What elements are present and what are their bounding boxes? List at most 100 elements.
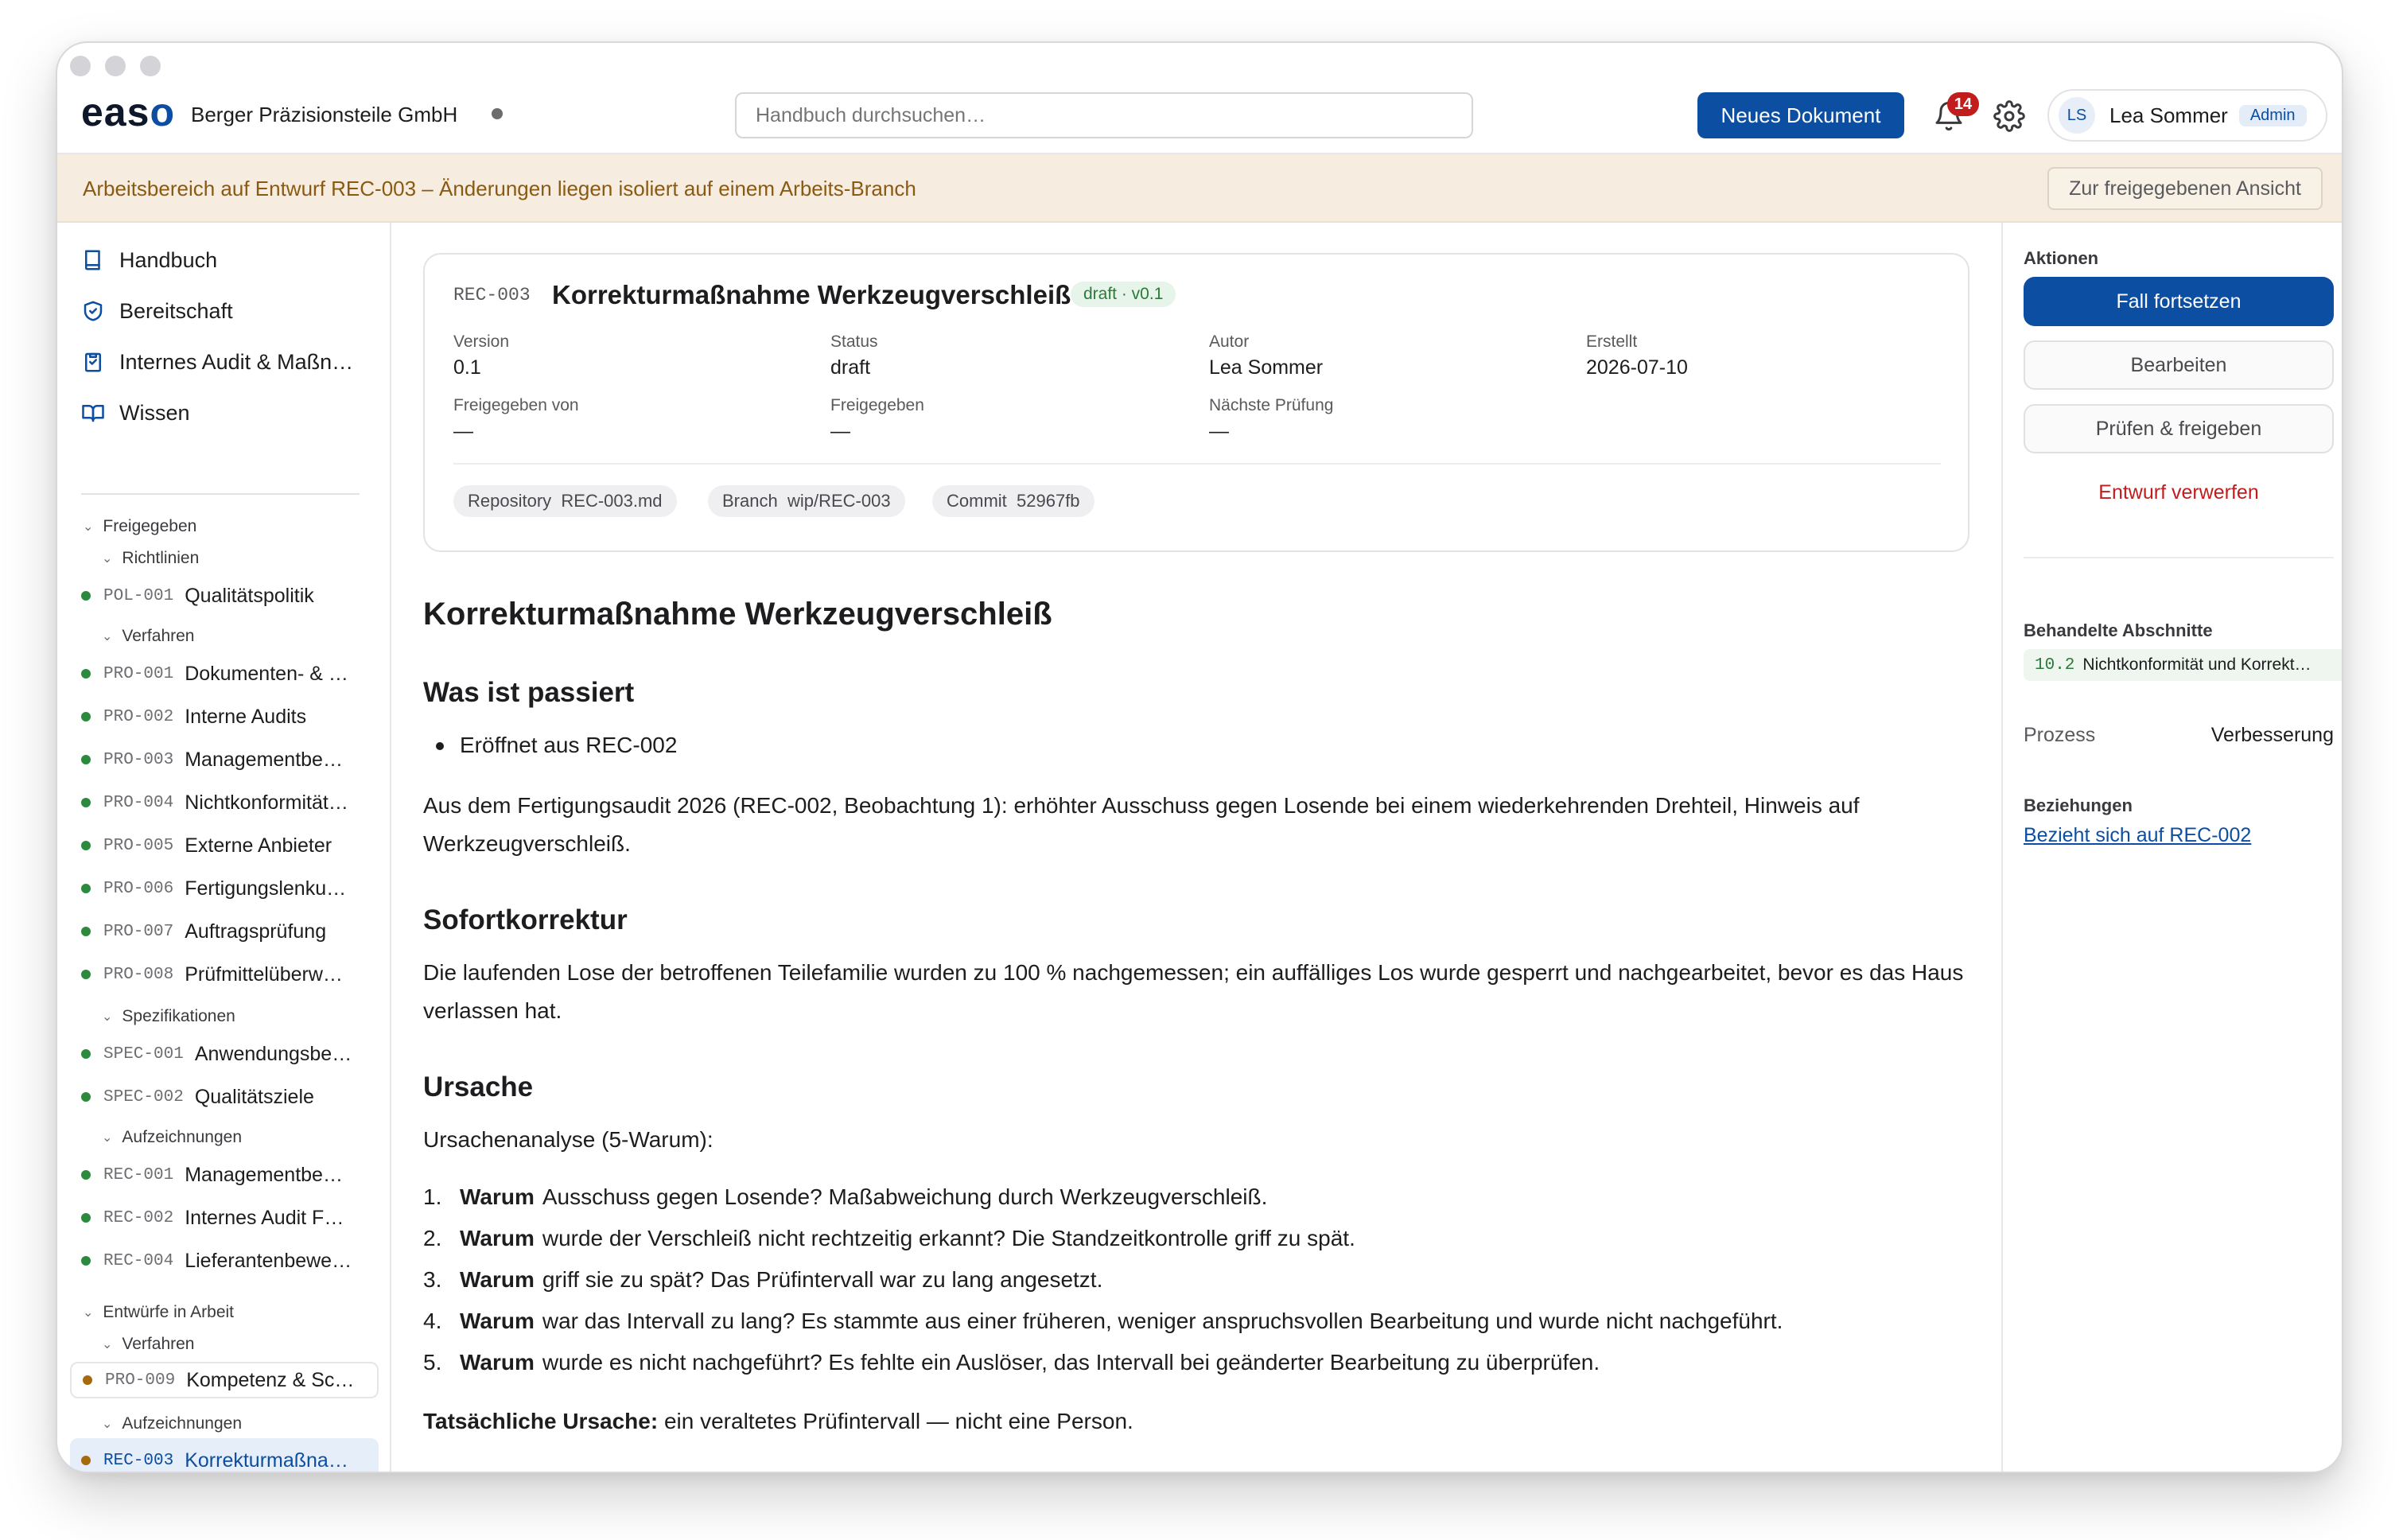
doc-item-spec-001[interactable]: SPEC-001 Anwendungsbe… [70,1036,379,1072]
doc-item-rec-002[interactable]: REC-002 Internes Audit F… [70,1200,379,1236]
section-chip[interactable]: 10.2 Nichtkonformität und Korrekt… [2024,649,2342,681]
main-content: REC-003 Korrekturmaßnahme Werkzeugversch… [391,223,2001,1472]
clipboard-icon [85,352,101,372]
doc-item-rec-004[interactable]: REC-004 Lieferantenbewe… [70,1242,379,1279]
group-policies[interactable]: ⌄ Richtlinien [102,549,199,568]
status-dot [81,970,91,979]
status-dot [81,1456,91,1465]
status-dot [81,884,91,893]
actions-label: Aktionen [2024,248,2099,268]
status-dot [81,591,91,601]
branch-chip[interactable]: Branch wip/REC-003 [708,485,905,517]
status-dot [81,755,91,764]
doc-item-rec-003[interactable]: REC-003 Korrekturmaßna… [70,1438,379,1472]
field-value: Lea Sommer [1209,356,1324,379]
top-bar: easo Berger Präzisionsteile GmbH Neues D… [57,43,2342,154]
doc-item-spec-002[interactable]: SPEC-002 Qualitätsziele [70,1079,379,1115]
sidebar-item-internal-audit[interactable]: Internes Audit & Maßn… [81,342,353,382]
doc-item-pro-008[interactable]: PRO-008 Prüfmittelüberw… [70,956,379,993]
sidebar-item-readiness[interactable]: Bereitschaft [81,291,233,331]
doc-item-rec-001[interactable]: REC-001 Managementbe… [70,1157,379,1193]
book-icon [85,250,100,270]
list-item: 4. Warum war das Intervall zu lang? Es sta… [423,1309,1783,1333]
group-draft-procedures[interactable]: ⌄ Verfahren [102,1335,194,1354]
commit-chip[interactable]: Commit 52967fb [932,485,1095,517]
bullet-list: Eröffnet aus REC-002 [423,726,1969,764]
user-name: Lea Sommer [2109,103,2228,127]
group-procedures[interactable]: ⌄ Verfahren [102,627,194,646]
continue-case-button[interactable]: Fall fortsetzen [2024,277,2334,326]
sidebar-item-label: Bereitschaft [119,298,233,323]
group-records[interactable]: ⌄ Aufzeichnungen [102,1128,242,1147]
chevron-down-icon: ⌄ [102,1338,113,1351]
doc-item-pro-001[interactable]: PRO-001 Dokumenten- & … [70,655,379,692]
edit-button[interactable]: Bearbeiten [2024,340,2334,390]
discard-draft-button[interactable]: Entwurf verwerfen [2024,468,2334,517]
chevron-down-icon: ⌄ [102,1010,113,1024]
field-label: Version [453,332,510,351]
field-label: Nächste Prüfung [1209,396,1334,414]
brand-logo[interactable]: easo [81,89,175,135]
related-document-link[interactable]: Bezieht sich auf REC-002 [2024,824,2251,847]
group-specifications[interactable]: ⌄ Spezifikationen [102,1007,235,1026]
field-label: Freigegeben [830,396,924,414]
chevron-down-icon: ⌄ [102,552,113,566]
new-document-button[interactable]: Neues Dokument [1697,92,1904,138]
actions-panel: Aktionen Fall fortsetzen Bearbeiten Prüf… [2001,223,2342,1472]
panel-divider [2024,557,2334,558]
doc-item-pol-001[interactable]: POL-001 Qualitätspolitik [70,578,379,614]
list-item: 2. Warum wurde der Verschleiß nicht rechtz… [423,1226,1355,1250]
doc-item-pro-005[interactable]: PRO-005 Externe Anbieter [70,827,379,864]
meta-divider [453,463,1941,465]
sidebar-item-handbook[interactable]: Handbuch [81,240,217,280]
field-label: Erstellt [1586,332,1638,351]
doc-item-pro-007[interactable]: PRO-007 Auftragsprüfung [70,913,379,950]
workspace-banner: Arbeitsbereich auf Entwurf REC-003 – Änd… [57,154,2342,223]
group-released[interactable]: ⌄ Freigegeben [83,517,196,536]
doc-item-pro-009[interactable]: PRO-009 Kompetenz & Sc… [70,1362,379,1398]
list-item: 5. Warum wurde es nicht nachgeführt? Es fe… [423,1350,1600,1375]
chevron-down-icon: ⌄ [83,1306,94,1320]
document-meta-card: REC-003 Korrekturmaßnahme Werkzeugversch… [423,253,1969,552]
released-view-button[interactable]: Zur freigegebenen Ansicht [2047,167,2323,210]
relations-label: Beziehungen [2024,795,2133,815]
field-value: — [453,420,473,442]
review-approve-button[interactable]: Prüfen & freigeben [2024,404,2334,453]
banner-text: Arbeitsbereich auf Entwurf REC-003 – Änd… [83,177,916,200]
sidebar-item-knowledge[interactable]: Wissen [81,393,190,433]
document-title: Korrekturmaßnahme Werkzeugverschleiß [552,280,1071,309]
doc-item-pro-002[interactable]: PRO-002 Interne Audits [70,698,379,735]
paragraph: Aus dem Fertigungsaudit 2026 (REC-002, B… [423,793,1860,856]
doc-item-pro-004[interactable]: PRO-004 Nichtkonformität… [70,784,379,821]
status-dot [81,712,91,721]
doc-item-pro-003[interactable]: PRO-003 Managementbe… [70,741,379,778]
gear-icon[interactable] [1993,100,2025,132]
doc-item-pro-006[interactable]: PRO-006 Fertigungslenku… [70,870,379,907]
list-item: 1. Warum Ausschuss gegen Losende? Maßabwei… [423,1184,1268,1209]
sidebar-divider [81,493,360,495]
role-badge: Admin [2238,104,2307,126]
field-value: 0.1 [453,356,481,379]
paragraph: Ursachenanalyse (5-Warum): [423,1127,713,1152]
sidebar: Handbuch Bereitschaft Internes Audit & M… [57,223,391,1472]
search-input[interactable] [735,92,1473,138]
group-draft-records[interactable]: ⌄ Aufzeichnungen [102,1414,242,1433]
field-value: 2026-07-10 [1586,356,1688,379]
root-cause-paragraph: Tatsächliche Ursache: ein veraltetes Prü… [423,1409,1133,1433]
section-heading: Sofortkorrektur [423,904,628,935]
organization-status-dot [492,108,503,119]
field-value: draft [830,356,871,379]
sidebar-item-label: Internes Audit & Maßn… [119,349,354,374]
status-dot [81,1170,91,1180]
list-item: 3. Warum griff sie zu spät? Das Prüfinterv… [423,1267,1103,1292]
chevron-down-icon: ⌄ [102,1131,113,1145]
group-drafts[interactable]: ⌄ Entwürfe in Arbeit [83,1303,234,1322]
user-menu[interactable]: LS Lea Sommer Admin [2047,89,2327,142]
field-label: Status [830,332,878,351]
body-heading: Korrekturmaßnahme Werkzeugverschleiß [423,597,1052,632]
sidebar-item-label: Handbuch [119,247,218,272]
field-label: Freigegeben von [453,396,579,414]
status-dot [81,1213,91,1223]
repository-chip[interactable]: Repository REC-003.md [453,485,677,517]
process-value: Verbesserung [2210,724,2334,746]
